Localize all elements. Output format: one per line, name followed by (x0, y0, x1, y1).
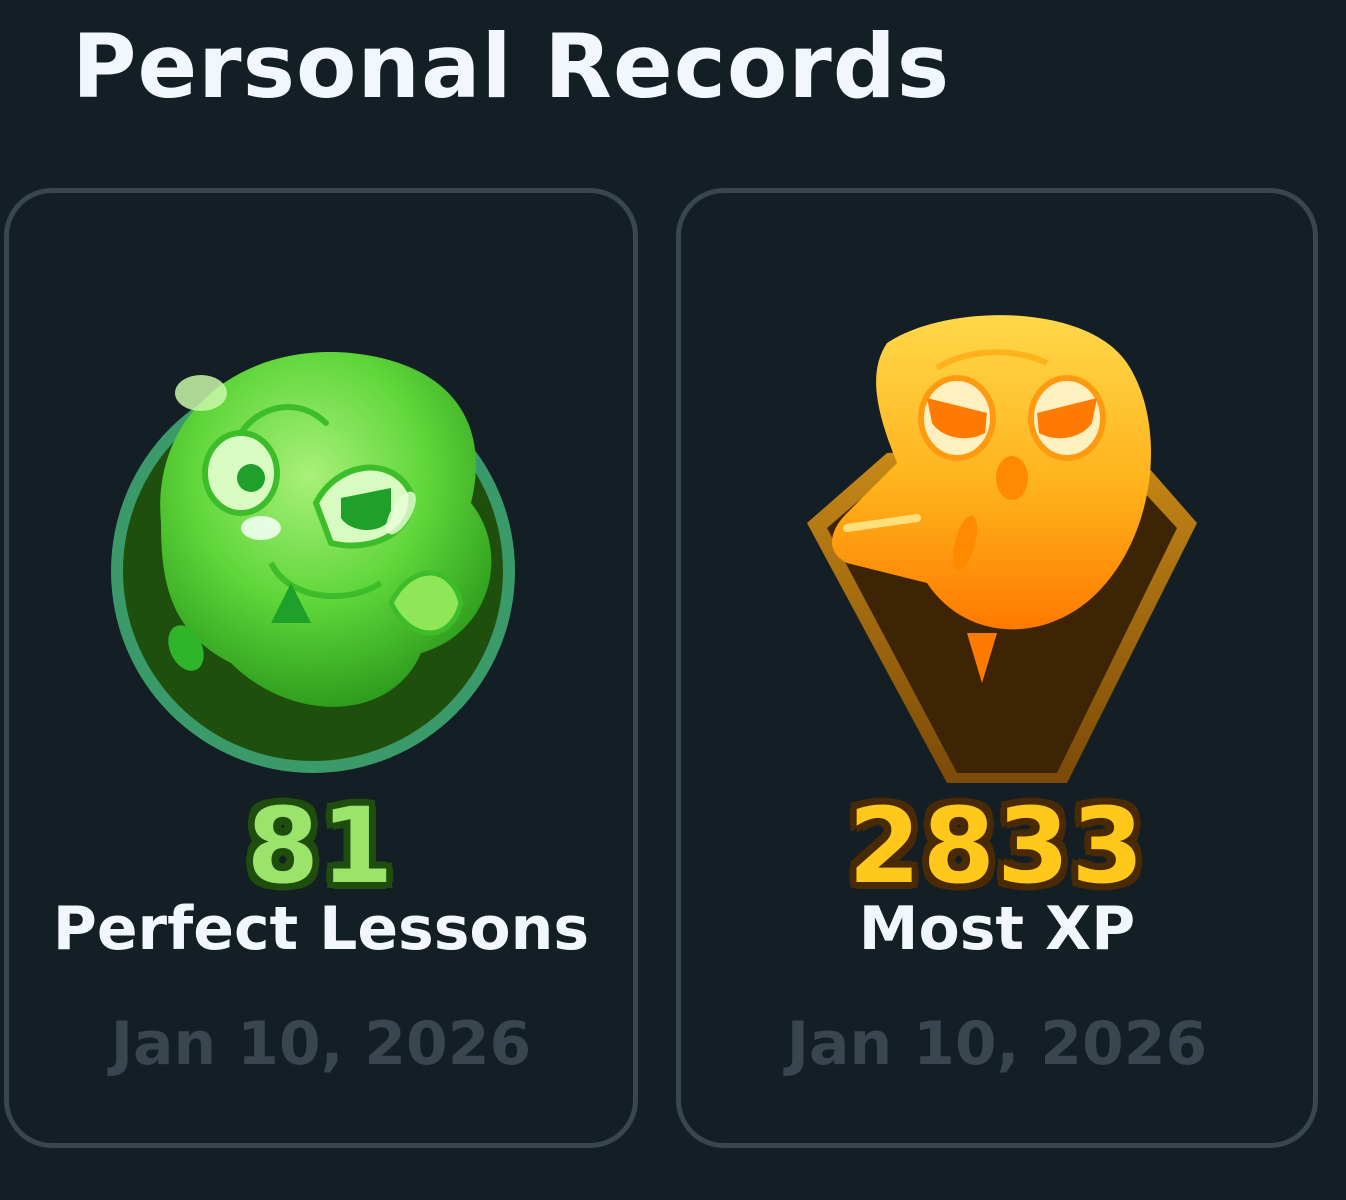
gold-owl-badge-icon: 2833 (767, 303, 1227, 901)
most-xp-value: 2833 (848, 785, 1146, 907)
green-owl-badge-icon: 81 (91, 303, 551, 901)
record-label-most-xp: Most XP (858, 894, 1136, 964)
record-card-most-xp[interactable]: 2833 Most XP Jan 10, 2026 (676, 188, 1318, 1148)
record-date-perfect-lessons: Jan 10, 2026 (110, 1009, 532, 1079)
perfect-lessons-value: 81 (246, 785, 396, 907)
record-date-most-xp: Jan 10, 2026 (786, 1009, 1208, 1079)
page-title: Personal Records (72, 15, 951, 118)
record-card-perfect-lessons[interactable]: 81 Perfect Lessons Jan 10, 2026 (4, 188, 638, 1148)
record-label-perfect-lessons: Perfect Lessons (52, 894, 590, 964)
